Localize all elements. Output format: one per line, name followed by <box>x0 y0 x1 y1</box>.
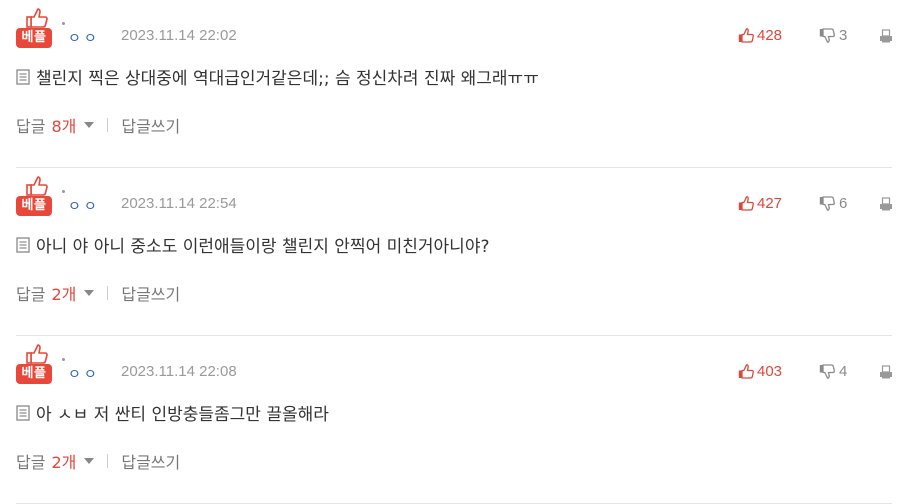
downvote-count: 6 <box>839 195 848 212</box>
printer-icon[interactable] <box>879 29 893 43</box>
reply-toggle[interactable]: 답글 2개 <box>16 449 95 473</box>
comment-body: 아니 야 아니 중소도 이런애들이랑 챌린지 안찍어 미친거아니야? <box>16 232 490 257</box>
write-reply-link[interactable]: 답글쓰기 <box>121 281 180 305</box>
best-thumbs-up-icon <box>26 8 48 28</box>
upvote-button[interactable]: 428 <box>738 27 782 44</box>
badge-dot <box>62 190 65 193</box>
reply-label: 답글 <box>16 117 46 136</box>
comment-footer: 답글 2개 답글쓰기 <box>16 449 180 473</box>
upvote-count: 428 <box>757 27 783 44</box>
caret-down-icon <box>84 458 95 464</box>
printer-icon[interactable] <box>879 365 893 379</box>
caret-down-icon <box>84 122 95 128</box>
document-icon <box>16 68 30 85</box>
thumbs-down-icon <box>819 196 835 211</box>
badge-dot <box>62 358 65 361</box>
upvote-count: 403 <box>757 363 783 380</box>
comment-text: 아 ㅅㅂ 저 싼티 인방충들좀그만 끌올해라 <box>36 405 329 425</box>
badge-dot <box>62 22 65 25</box>
best-thumbs-up-icon <box>26 344 48 364</box>
footer-divider <box>107 454 109 468</box>
best-thumbs-up-icon <box>26 176 48 196</box>
best-badge: 베플 <box>16 176 65 216</box>
comment-footer: 답글 8개 답글쓰기 <box>16 113 180 137</box>
write-reply-link[interactable]: 답글쓰기 <box>121 113 180 137</box>
upvote-count: 427 <box>757 195 783 212</box>
document-icon <box>16 404 30 421</box>
upvote-button[interactable]: 427 <box>738 195 782 212</box>
best-label: 베플 <box>16 28 52 48</box>
nickname[interactable]: ㅇㅇ <box>68 196 100 216</box>
comment-text: 챌린지 찍은 상대중에 역대급인거같은데;; 슴 정신차려 진짜 왜그래ㅠㅠ <box>36 69 539 89</box>
downvote-count: 3 <box>839 27 848 44</box>
upvote-button[interactable]: 403 <box>738 363 782 380</box>
reply-toggle[interactable]: 답글 8개 <box>16 113 95 137</box>
document-icon <box>16 236 30 253</box>
thumbs-down-icon <box>819 28 835 43</box>
downvote-button[interactable]: 3 <box>819 27 847 44</box>
comment-text: 아니 야 아니 중소도 이런애들이랑 챌린지 안찍어 미친거아니야? <box>36 237 490 257</box>
write-reply-link[interactable]: 답글쓰기 <box>121 449 180 473</box>
comment-list: 베플 ㅇㅇ 2023.11.14 22:02 428 3 챌린지 찍은 상대중에… <box>0 0 910 504</box>
best-badge: 베플 <box>16 344 65 384</box>
footer-divider <box>107 118 109 132</box>
reply-toggle[interactable]: 답글 2개 <box>16 281 95 305</box>
footer-divider <box>107 286 109 300</box>
thumbs-up-icon <box>738 196 754 211</box>
reply-count: 2개 <box>51 453 77 472</box>
best-label: 베플 <box>16 196 52 216</box>
downvote-button[interactable]: 6 <box>819 195 847 212</box>
comment-date: 2023.11.14 22:54 <box>121 195 237 212</box>
comment-body: 챌린지 찍은 상대중에 역대급인거같은데;; 슴 정신차려 진짜 왜그래ㅠㅠ <box>16 64 539 89</box>
reply-label: 답글 <box>16 285 46 304</box>
reply-count: 2개 <box>51 285 77 304</box>
nickname[interactable]: ㅇㅇ <box>68 28 100 48</box>
reply-label: 답글 <box>16 453 46 472</box>
comment-item: 베플 ㅇㅇ 2023.11.14 22:08 403 4 아 ㅅㅂ 저 싼티 인… <box>16 336 892 504</box>
comment-body: 아 ㅅㅂ 저 싼티 인방충들좀그만 끌올해라 <box>16 400 329 425</box>
best-badge: 베플 <box>16 8 65 48</box>
nickname[interactable]: ㅇㅇ <box>68 364 100 384</box>
caret-down-icon <box>84 290 95 296</box>
comment-date: 2023.11.14 22:08 <box>121 363 237 380</box>
thumbs-up-icon <box>738 364 754 379</box>
thumbs-up-icon <box>738 28 754 43</box>
downvote-button[interactable]: 4 <box>819 363 847 380</box>
comment-item: 베플 ㅇㅇ 2023.11.14 22:02 428 3 챌린지 찍은 상대중에… <box>16 0 892 168</box>
comment-date: 2023.11.14 22:02 <box>121 27 237 44</box>
downvote-count: 4 <box>839 363 848 380</box>
reply-count: 8개 <box>51 117 77 136</box>
thumbs-down-icon <box>819 364 835 379</box>
comment-item: 베플 ㅇㅇ 2023.11.14 22:54 427 6 아니 야 아니 중소도… <box>16 168 892 336</box>
comment-footer: 답글 2개 답글쓰기 <box>16 281 180 305</box>
printer-icon[interactable] <box>879 197 893 211</box>
best-label: 베플 <box>16 364 52 384</box>
